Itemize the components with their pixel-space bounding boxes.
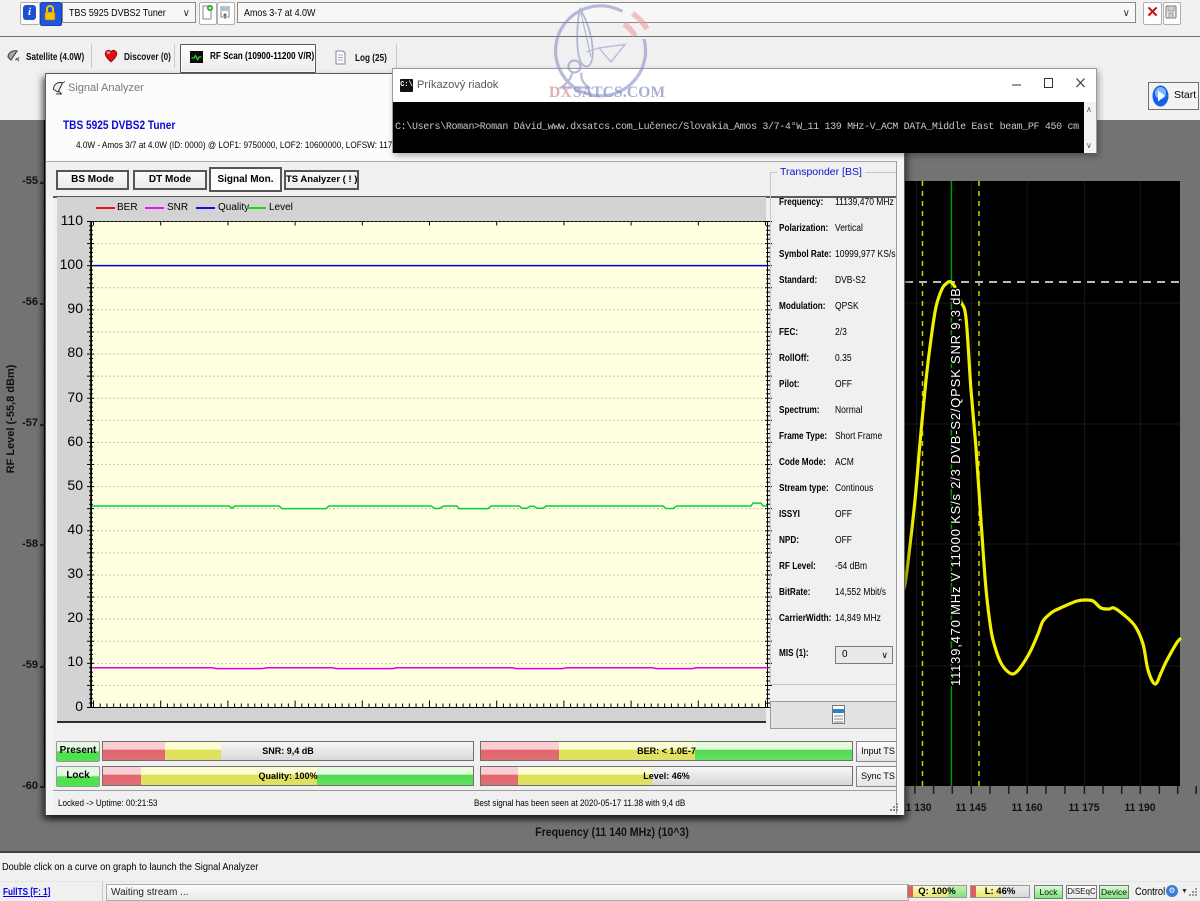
svg-text:SATCS.COM: SATCS.COM bbox=[573, 84, 666, 101]
svg-text:11139,470 MHz V 11000 KS/s 2/3: 11139,470 MHz V 11000 KS/s 2/3 DVB-S2/QP… bbox=[948, 287, 963, 686]
svg-text:DX: DX bbox=[549, 84, 572, 101]
